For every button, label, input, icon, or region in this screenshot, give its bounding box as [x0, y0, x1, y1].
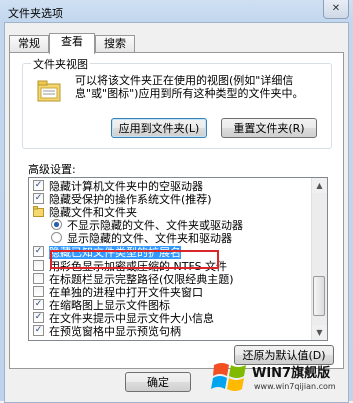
vertical-scrollbar[interactable]: ▲ ▼ — [311, 178, 327, 340]
title-bar: 文件夹选项 ✕ — [0, 0, 353, 22]
folder-views-group: 文件夹视图 可以将该文件夹正在使用的视图(例如"详细信息"或"图标")应用到所有… — [22, 56, 332, 149]
checkbox[interactable]: ✓ — [33, 180, 44, 191]
checkbox[interactable] — [33, 286, 44, 297]
folder-views-title: 文件夹视图 — [31, 56, 90, 72]
folder-views-icon — [37, 80, 61, 102]
advanced-settings-label: 高级设置: — [28, 163, 76, 176]
list-item-label: 隐藏受保护的操作系统文件(推荐) — [49, 193, 212, 206]
checkbox[interactable]: ✓ — [33, 193, 44, 204]
list-item-label: 在单独的进程中打开文件夹窗口 — [49, 286, 203, 299]
tab-general[interactable]: 常规 — [9, 35, 49, 52]
close-button[interactable]: ✕ — [323, 0, 349, 19]
checkbox[interactable]: ✓ — [33, 325, 44, 336]
watermark: WIN7旗舰版 www.win7qijian.com — [208, 354, 352, 400]
ok-button[interactable]: 确定 — [125, 372, 191, 392]
list-item-label: 隐藏文件和文件夹 — [49, 206, 137, 219]
scroll-up-icon[interactable]: ▲ — [312, 178, 327, 193]
list-item-label: 在预览窗格中显示预览句柄 — [49, 325, 181, 338]
annotation-highlight-box — [50, 250, 219, 269]
list-item-label: 隐藏计算机文件夹中的空驱动器 — [49, 180, 203, 193]
folder-views-description: 可以将该文件夹正在使用的视图(例如"详细信息"或"图标")应用到所有这种类型的文… — [75, 74, 304, 100]
window-title: 文件夹选项 — [8, 7, 63, 20]
watermark-brand: WIN7旗舰版 — [252, 366, 331, 381]
folder-icon — [33, 206, 44, 217]
checkbox[interactable]: ✓ — [33, 299, 44, 310]
folder-options-dialog: 文件夹选项 ✕ 常规 查看 搜索 文件夹视图 可以将该文件夹正在使用的视图(例如… — [0, 0, 353, 403]
watermark-url: www.win7qijian.com — [254, 382, 336, 391]
list-item-label: 在文件夹提示中显示文件大小信息 — [49, 312, 214, 325]
radio-button[interactable] — [51, 232, 62, 243]
radio-dot-icon — [53, 221, 60, 228]
windows-logo-icon — [211, 363, 246, 391]
radio-button[interactable] — [51, 219, 62, 230]
checkbox[interactable] — [33, 260, 44, 271]
scroll-down-icon[interactable]: ▼ — [312, 325, 327, 340]
scroll-thumb[interactable] — [313, 276, 325, 316]
tab-search[interactable]: 搜索 — [95, 35, 135, 52]
checkbox[interactable]: ✓ — [33, 312, 44, 323]
checkbox[interactable]: ✓ — [33, 246, 44, 257]
list-item-label: 不显示隐藏的文件、文件夹或驱动器 — [67, 219, 243, 232]
tab-view[interactable]: 查看 — [49, 33, 95, 54]
apply-to-folders-button[interactable]: 应用到文件夹(L) — [111, 118, 207, 138]
list-item-label: 显示隐藏的文件、文件夹和驱动器 — [67, 232, 232, 245]
reset-folders-button[interactable]: 重置文件夹(R) — [221, 118, 317, 138]
list-item-label: 在缩略图上显示文件图标 — [49, 299, 170, 312]
dialog-client-area: 常规 查看 搜索 文件夹视图 可以将该文件夹正在使用的视图(例如"详细信息"或"… — [4, 22, 349, 403]
checkbox[interactable] — [33, 273, 44, 284]
view-tab-panel: 文件夹视图 可以将该文件夹正在使用的视图(例如"详细信息"或"图标")应用到所有… — [9, 52, 344, 369]
list-item-label: 在标题栏显示完整路径(仅限经典主题) — [49, 273, 234, 286]
